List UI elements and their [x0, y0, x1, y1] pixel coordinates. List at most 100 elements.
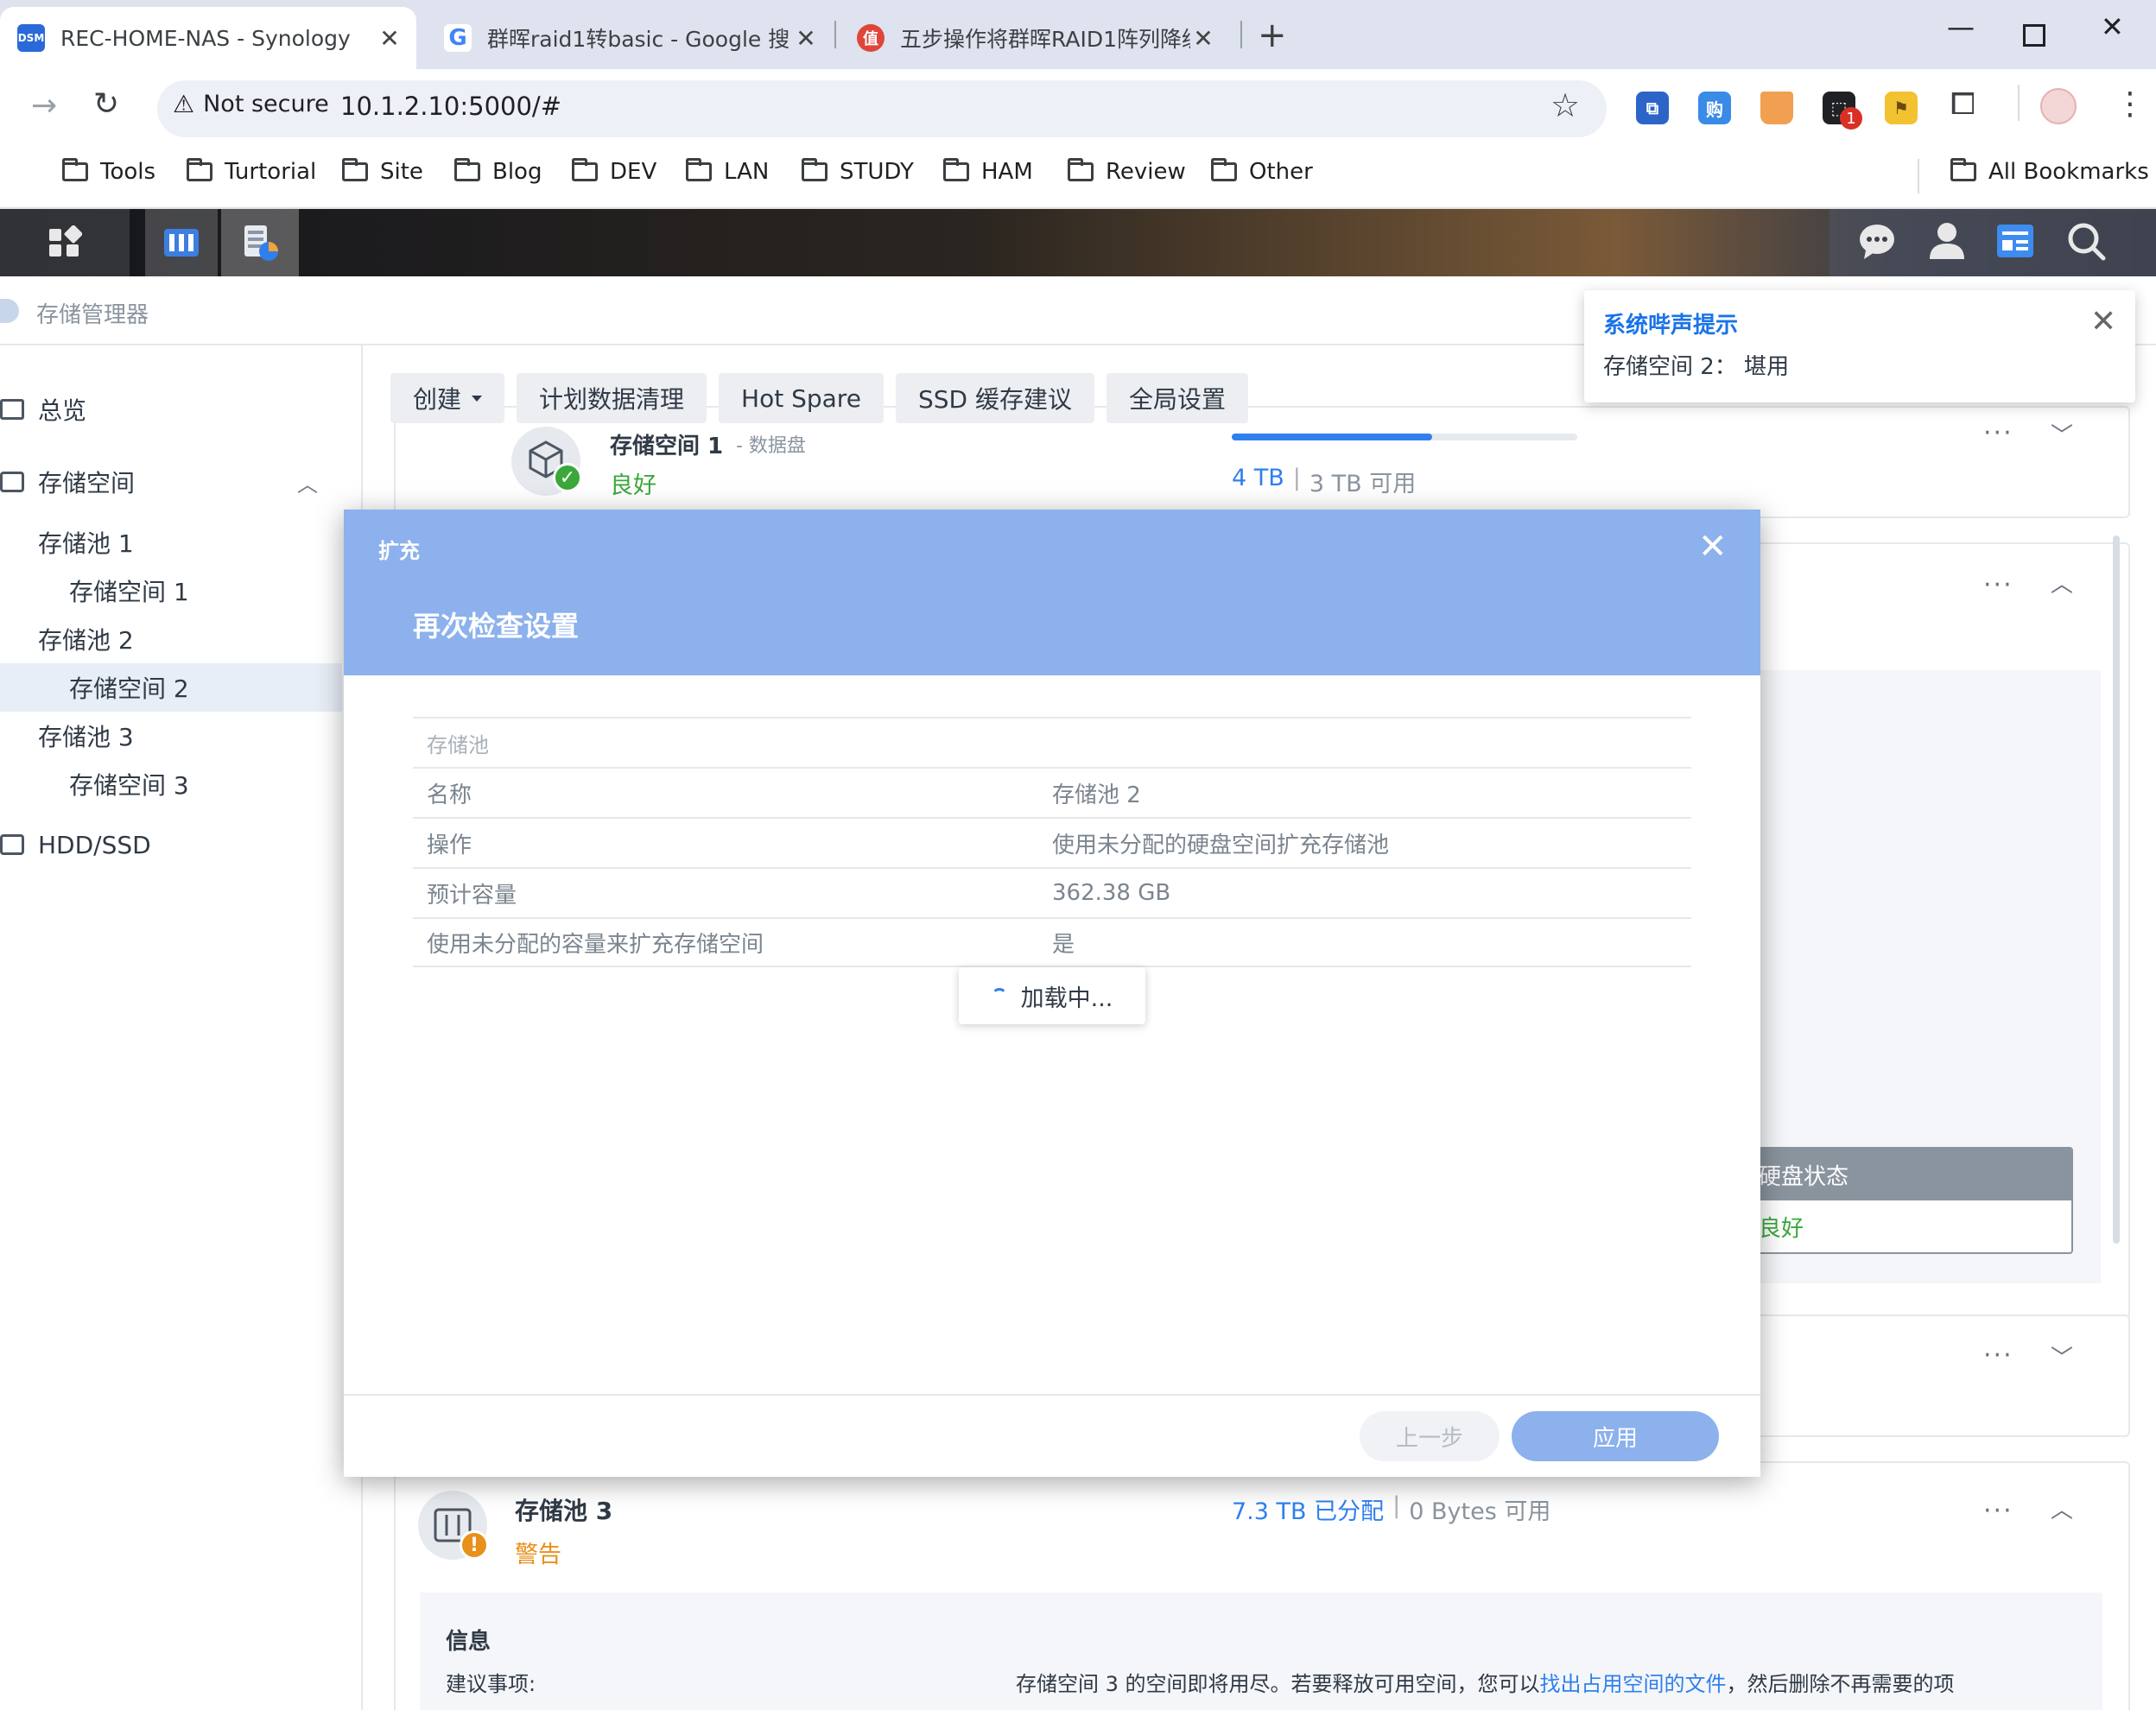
sidebar-item-volume-1[interactable]: 存储空间 1 [0, 567, 342, 615]
bookmark-label: DEV [610, 159, 657, 185]
taskbar-app-storage-manager[interactable] [221, 209, 299, 276]
puzzle-icon[interactable]: ⧠ [1950, 86, 1975, 123]
main-menu-button[interactable] [0, 209, 130, 276]
maximize-icon[interactable] [2023, 24, 2045, 47]
dialog-header [344, 510, 1760, 675]
volume-1-capacity: 4 TB | 3 TB 可用 [1232, 465, 1416, 498]
suggest-label: 建议事项: [446, 1672, 536, 1696]
close-tab-icon[interactable]: ✕ [1190, 24, 1216, 53]
widgets-icon[interactable] [1995, 221, 2035, 264]
bookmark-label: Review [1106, 159, 1186, 185]
extension-icon[interactable] [1760, 92, 1793, 124]
global-settings-button[interactable]: 全局设置 [1106, 373, 1248, 423]
bookmark-study[interactable]: STUDY [802, 158, 914, 185]
more-icon[interactable]: ··· [1983, 570, 2013, 600]
window-close-icon[interactable]: ✕ [2101, 10, 2124, 43]
bookmark-tools[interactable]: Tools [62, 158, 155, 185]
zhide-icon: 值 [857, 24, 885, 52]
more-icon[interactable]: ··· [1983, 1496, 2013, 1526]
create-button[interactable]: 创建 [390, 373, 505, 423]
toolbar-divider [2018, 85, 2020, 121]
search-icon[interactable] [2066, 221, 2106, 264]
close-icon[interactable]: ✕ [1698, 527, 1728, 567]
scrollbar[interactable] [2113, 535, 2120, 1244]
more-icon[interactable]: ··· [1983, 1340, 2013, 1371]
extension-icon[interactable]: ⚑ [1885, 92, 1918, 124]
back-button[interactable]: 上一步 [1360, 1411, 1500, 1461]
chat-icon[interactable] [1857, 221, 1897, 264]
chevron-up-icon[interactable]: ︿ [2051, 567, 2073, 598]
all-bookmarks[interactable]: All Bookmarks [1950, 158, 2149, 185]
bookmark-star-icon[interactable]: ☆ [1550, 86, 1580, 124]
user-icon[interactable] [1928, 221, 1966, 264]
row-value: 362.38 GB [1052, 880, 1171, 906]
close-tab-icon[interactable]: ✕ [377, 24, 403, 53]
chevron-up-icon[interactable]: ︿ [2051, 1492, 2073, 1524]
summary-row: 操作 使用未分配的硬盘空间扩充存储池 [413, 817, 1691, 867]
bookmark-label: LAN [724, 159, 770, 185]
tab-google[interactable]: G 群晖raid1转basic - Google 搜 ✕ [427, 7, 833, 69]
info-title: 信息 [446, 1629, 491, 1655]
sidebar-item-pool-2[interactable]: 存储池 2 [0, 615, 342, 663]
folder-icon [62, 158, 88, 181]
sidebar-item-storage[interactable]: 存储空间 ︿ [0, 458, 342, 506]
storage-icon [0, 472, 24, 492]
url-text[interactable]: 10.1.2.10:5000/# [340, 92, 561, 121]
bookmark-review[interactable]: Review [1068, 158, 1186, 185]
tab-synology[interactable]: DSM REC-HOME-NAS - Synology ✕ [0, 7, 416, 69]
close-tab-icon[interactable]: ✕ [793, 24, 819, 53]
scrub-schedule-button[interactable]: 计划数据清理 [517, 373, 707, 423]
bookmark-other[interactable]: Other [1211, 158, 1313, 185]
bookmark-blog[interactable]: Blog [454, 158, 542, 185]
close-icon[interactable]: ✕ [2090, 304, 2116, 339]
bookmark-turtorial[interactable]: Turtorial [187, 158, 316, 185]
extension-badge: 1 [1840, 107, 1862, 130]
bookmarks-divider [1918, 159, 1919, 193]
pool-3-name: 存储池 3 [515, 1497, 613, 1525]
reload-icon[interactable]: ↻ [93, 86, 119, 122]
sidebar-item-overview[interactable]: 总览 [0, 385, 342, 434]
loading-indicator: 加载中... [959, 967, 1145, 1024]
sidebar-item-volume-3[interactable]: 存储空间 3 [0, 760, 342, 808]
menu-icon[interactable]: ⋮ [2115, 86, 2146, 122]
bookmark-lan[interactable]: LAN [686, 158, 770, 185]
bookmark-dev[interactable]: DEV [572, 158, 657, 185]
volume-1-status: 良好 [610, 472, 656, 499]
row-key: 使用未分配的容量来扩充存储空间 [427, 931, 764, 958]
sidebar-item-pool-1[interactable]: 存储池 1 [0, 518, 342, 567]
tab-zhide[interactable]: 值 五步操作将群晖RAID1阵列降级 ✕ [840, 7, 1230, 69]
bookmark-site[interactable]: Site [342, 158, 423, 185]
folder-icon [802, 158, 828, 181]
security-label: Not secure [203, 91, 329, 117]
minimize-icon[interactable]: — [1947, 10, 1975, 43]
chevron-down-icon[interactable]: ﹀ [2051, 1340, 2073, 1372]
chevron-up-icon[interactable]: ︿ [297, 467, 318, 497]
sidebar-item-volume-2[interactable]: 存储空间 2 [0, 663, 342, 712]
more-icon[interactable]: ··· [1983, 418, 2013, 448]
extension-icon[interactable]: 购 [1698, 92, 1731, 124]
forward-icon[interactable]: → [31, 88, 57, 124]
bookmark-label: Blog [492, 159, 542, 185]
row-value: 是 [1052, 931, 1075, 958]
dialog-footer-divider [344, 1394, 1760, 1396]
dialog-breadcrumb: 扩充 [378, 539, 420, 563]
taskbar-app-storage[interactable] [145, 209, 218, 276]
apply-button[interactable]: 应用 [1512, 1411, 1719, 1461]
folder-icon [943, 158, 969, 181]
bookmark-label: STUDY [840, 159, 914, 185]
usage-bar [1232, 434, 1577, 440]
extension-icon[interactable]: ⧉ [1636, 92, 1669, 124]
avatar[interactable] [2040, 88, 2077, 124]
summary-section-header: 存储池 [413, 717, 1691, 767]
chevron-down-icon[interactable]: ﹀ [2051, 418, 2073, 450]
security-indicator[interactable]: ⚠ Not secure [173, 90, 329, 118]
sidebar-item-hdd[interactable]: HDD/SSD [0, 820, 342, 869]
volume-1-name: 存储空间 1 [610, 434, 724, 459]
bookmark-ham[interactable]: HAM [943, 158, 1033, 185]
hot-spare-button[interactable]: Hot Spare [719, 373, 884, 423]
ssd-cache-advice-button[interactable]: SSD 缓存建议 [895, 373, 1094, 423]
new-tab-button[interactable]: + [1258, 16, 1287, 55]
sidebar-item-pool-3[interactable]: 存储池 3 [0, 712, 342, 760]
tab-title: REC-HOME-NAS - Synology [60, 25, 351, 51]
find-files-link[interactable]: 找出占用空间的文件 [1540, 1672, 1727, 1696]
